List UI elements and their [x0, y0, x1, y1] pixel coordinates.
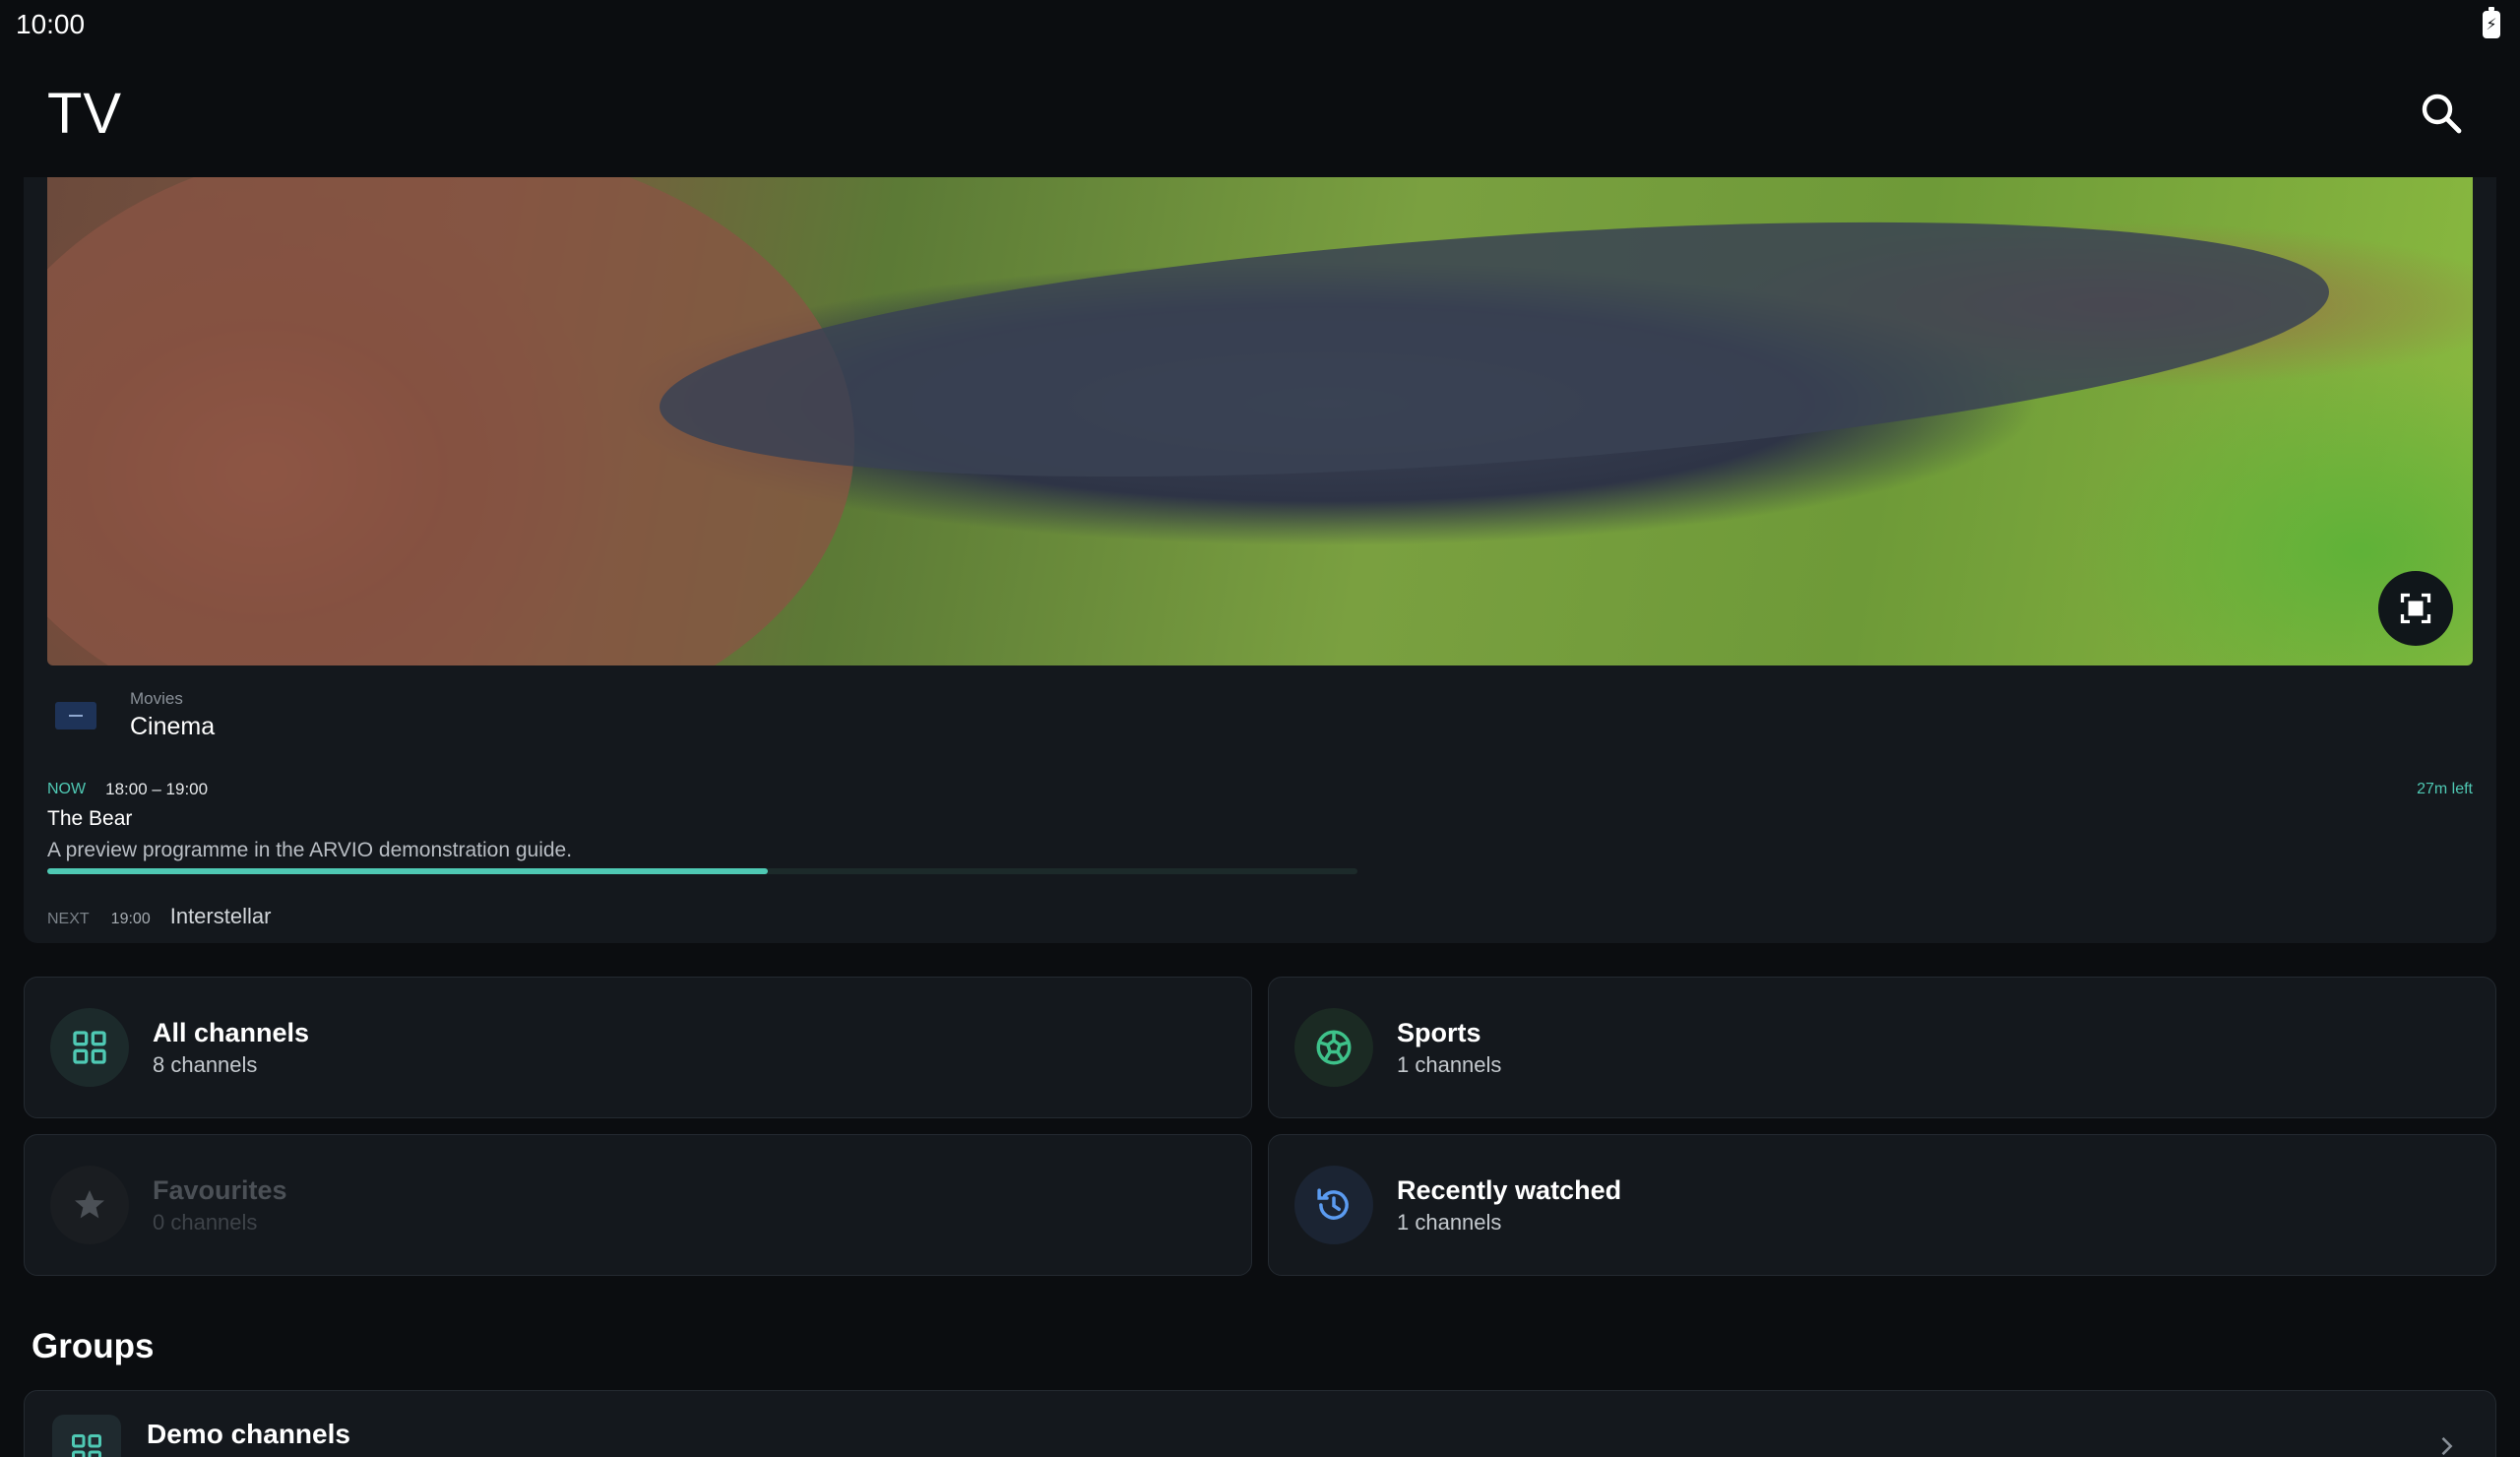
tile-title: Favourites: [153, 1174, 287, 1205]
search-icon: [2422, 94, 2462, 134]
next-time: 19:00: [110, 911, 151, 927]
app-bar: TV: [0, 49, 2520, 177]
tile-subtitle: 1 channels: [1397, 1209, 1502, 1235]
channel-info: Movies Cinema: [55, 689, 215, 741]
group-title: Demo channels: [147, 1419, 350, 1449]
programme-description: A preview programme in the ARVIO demonst…: [47, 839, 573, 861]
now-row: NOW 18:00 – 19:00 27m left: [47, 780, 2473, 799]
soccer-ball-icon: [1294, 1008, 1373, 1087]
search-button[interactable]: [2410, 82, 2473, 145]
programme-title: The Bear: [47, 807, 133, 830]
progress-fill: [47, 868, 769, 874]
groups-heading: Groups: [32, 1327, 155, 1365]
time-left: 27m left: [2417, 781, 2473, 797]
tile-title: All channels: [153, 1017, 310, 1047]
next-label: NEXT: [47, 911, 90, 927]
video-frame-shape: [652, 177, 2337, 522]
status-bar: 10:00 ⚡: [0, 0, 2520, 49]
status-time: 10:00: [16, 9, 86, 39]
grid-icon: [52, 1415, 121, 1457]
history-icon: [1294, 1166, 1373, 1244]
battery-charging-icon: ⚡: [2483, 7, 2500, 38]
now-label: NOW: [47, 781, 87, 797]
channel-logo: [55, 701, 96, 729]
programme-progress-bar: [47, 868, 1357, 874]
channel-name: Cinema: [130, 713, 216, 740]
grid-icon: [50, 1008, 129, 1087]
tile-subtitle: 0 channels: [153, 1209, 258, 1235]
chevron-right-icon: [2441, 1436, 2453, 1456]
next-title: Interstellar: [169, 904, 272, 928]
tile-sports[interactable]: Sports 1 channels: [1268, 977, 2496, 1118]
video-player[interactable]: [47, 177, 2473, 665]
page-title: TV: [47, 81, 123, 146]
star-icon: [50, 1166, 129, 1244]
now-playing-card: Movies Cinema NOW 18:00 – 19:00 27m left…: [24, 177, 2496, 943]
tile-all-channels[interactable]: All channels 8 channels: [24, 977, 1252, 1118]
tile-subtitle: 1 channels: [1397, 1051, 1502, 1077]
tile-recently-watched[interactable]: Recently watched 1 channels: [1268, 1134, 2496, 1276]
group-item-demo-channels[interactable]: Demo channels: [24, 1390, 2496, 1457]
tile-subtitle: 8 channels: [153, 1051, 258, 1077]
channel-category: Movies: [130, 689, 183, 708]
tile-favourites[interactable]: Favourites 0 channels: [24, 1134, 1252, 1276]
tile-title: Sports: [1397, 1017, 1481, 1047]
fullscreen-icon: [2400, 593, 2431, 624]
tile-title: Recently watched: [1397, 1174, 1622, 1205]
now-time-range: 18:00 – 19:00: [105, 780, 209, 798]
next-row: NEXT 19:00 Interstellar: [47, 904, 271, 929]
fullscreen-button[interactable]: [2378, 571, 2453, 646]
